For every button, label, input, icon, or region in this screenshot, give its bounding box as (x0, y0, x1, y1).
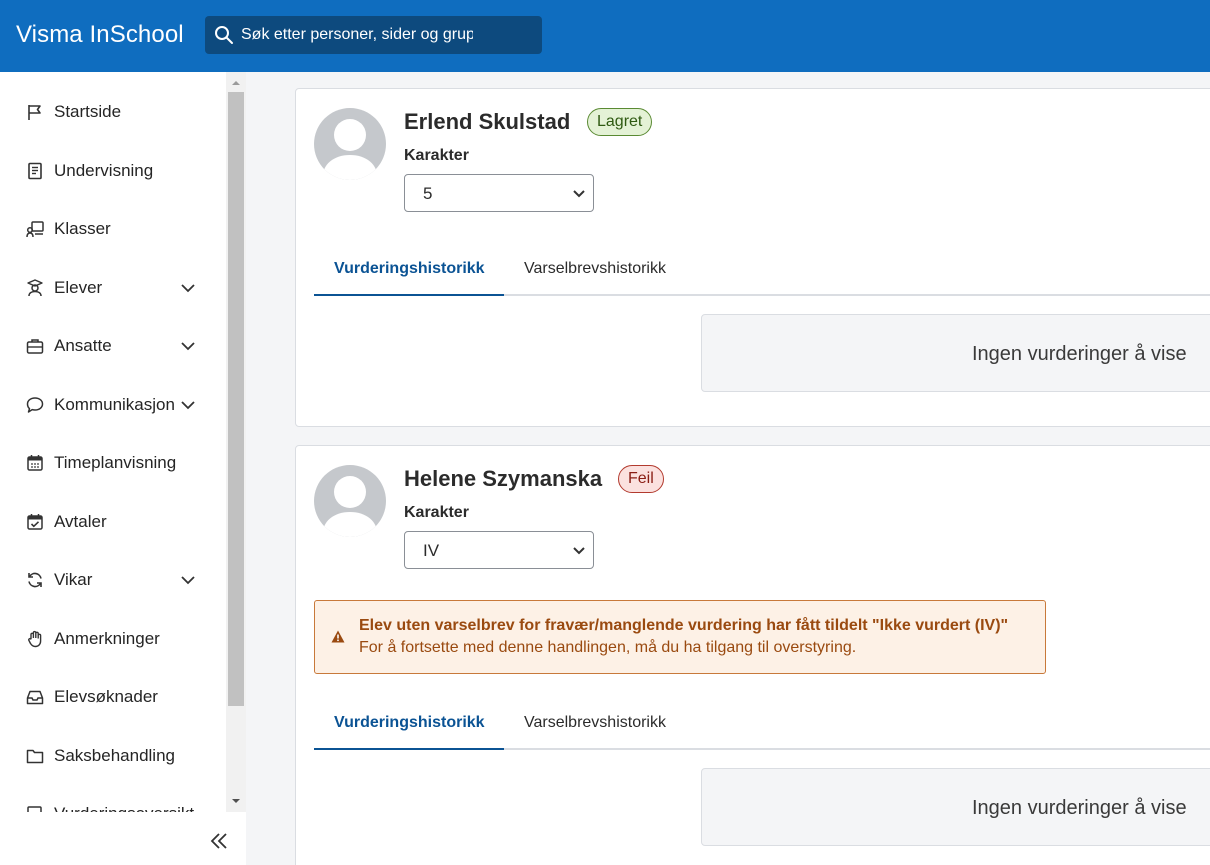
tab-varselbrevshistorikk[interactable]: Varselbrevshistorikk (524, 714, 666, 732)
sidebar-item-timeplanvisning[interactable]: Timeplanvisning (0, 440, 226, 486)
sidebar-item-vikar[interactable]: Vikar (0, 557, 226, 603)
sidebar-item-klasser[interactable]: Klasser (0, 206, 226, 252)
chevron-down-icon (573, 190, 585, 198)
grade-label: Karakter (404, 504, 469, 521)
sidebar-item-label: Elevsøknader (54, 687, 158, 706)
briefcase-icon (26, 339, 44, 354)
search-box[interactable] (205, 16, 542, 54)
sidebar-item-label: Ansatte (54, 336, 112, 355)
chevron-down-icon[interactable] (180, 572, 196, 588)
document-icon (27, 806, 42, 812)
sidebar-item-ansatte[interactable]: Ansatte (0, 323, 226, 369)
sidebar-item-label: Undervisning (54, 161, 154, 180)
chevron-down-icon[interactable] (180, 397, 196, 413)
avatar (314, 108, 386, 180)
sidebar-item-anmerkninger[interactable]: Anmerkninger (0, 616, 226, 662)
warning-icon (331, 630, 345, 643)
sidebar-item-label: Vikar (54, 570, 93, 589)
avatar (314, 465, 386, 537)
user-placeholder-icon (322, 476, 378, 537)
calendar-icon (27, 455, 43, 471)
sidebar-item-saksbehandling[interactable]: Saksbehandling (0, 733, 226, 779)
grade-label: Karakter (404, 147, 469, 164)
sidebar-item-label: Klasser (54, 219, 111, 238)
warning-text: For å fortsette med denne handlingen, må… (359, 639, 857, 656)
sidebar-item-startside[interactable]: Startside (0, 89, 226, 135)
student-icon (27, 279, 43, 297)
refresh-icon (28, 572, 42, 588)
status-badge: Feil (618, 465, 664, 493)
hand-icon (28, 630, 42, 648)
empty-state-text: Ingen vurderinger å vise (972, 797, 1187, 819)
tab-vurderingshistorikk[interactable]: Vurderingshistorikk (334, 260, 485, 278)
sidebar-scrollbar-thumb[interactable] (228, 92, 244, 706)
empty-state: Ingen vurderinger å vise (701, 768, 1210, 846)
tab-active-indicator (314, 294, 504, 296)
classroom-icon (26, 221, 44, 238)
user-placeholder-icon (322, 119, 378, 180)
chevron-down-icon (573, 547, 585, 555)
sidebar-item-elever[interactable]: Elever (0, 265, 226, 311)
sidebar-item-label: Elever (54, 278, 103, 297)
calendar-check-icon (27, 514, 43, 530)
student-card: Helene Szymanska Feil Karakter IV Elev u… (295, 445, 1210, 865)
grade-select-value: 5 (423, 184, 433, 203)
tab-vurderingshistorikk[interactable]: Vurderingshistorikk (334, 714, 485, 732)
sidebar-item-vurderingsoversikt[interactable]: Vurderingsoversikt (0, 791, 226, 812)
sidebar-item-label: Startside (54, 102, 122, 121)
sidebar-item-elevsoknader[interactable]: Elevsøknader (0, 674, 226, 720)
sidebar-item-kommunikasjon[interactable]: Kommunikasjon (0, 382, 226, 428)
student-card: Erlend Skulstad Lagret Karakter 5 Vurder… (295, 88, 1210, 427)
chevron-down-icon[interactable] (180, 338, 196, 354)
flag-icon (28, 105, 41, 120)
student-name: Erlend Skulstad (404, 109, 571, 134)
sidebar-item-label: Avtaler (54, 512, 107, 531)
sidebar-item-label: Kommunikasjon (54, 395, 175, 414)
top-bar: Visma InSchool (0, 0, 1210, 72)
inbox-icon (26, 690, 44, 705)
search-input[interactable] (241, 16, 473, 54)
chat-icon (26, 397, 44, 413)
sidebar-item-avtaler[interactable]: Avtaler (0, 499, 226, 545)
status-badge: Lagret (587, 108, 653, 136)
sidebar: Startside Undervisning Klasser Elever An… (0, 72, 246, 865)
sidebar-item-label: Saksbehandling (54, 746, 175, 765)
grade-select-value: IV (423, 541, 440, 560)
folder-icon (26, 749, 44, 764)
grade-select[interactable]: IV (404, 531, 594, 569)
book-icon (28, 162, 42, 180)
app-title[interactable]: Visma InSchool (16, 21, 184, 49)
empty-state-text: Ingen vurderinger å vise (972, 343, 1187, 365)
empty-state: Ingen vurderinger å vise (701, 314, 1210, 392)
sidebar-item-undervisning[interactable]: Undervisning (0, 148, 226, 194)
tab-varselbrevshistorikk[interactable]: Varselbrevshistorikk (524, 260, 666, 278)
scroll-up-arrow-icon[interactable] (231, 78, 241, 88)
warning-alert: Elev uten varselbrev for fravær/manglend… (314, 600, 1046, 674)
collapse-sidebar-icon[interactable] (208, 830, 230, 852)
student-name: Helene Szymanska (404, 466, 603, 491)
scroll-down-arrow-icon[interactable] (231, 796, 241, 806)
sidebar-item-label: Anmerkninger (54, 629, 160, 648)
sidebar-item-label: Vurderingsoversikt (54, 804, 194, 812)
search-icon (215, 26, 233, 44)
chevron-down-icon[interactable] (180, 280, 196, 296)
grade-select[interactable]: 5 (404, 174, 594, 212)
warning-title: Elev uten varselbrev for fravær/manglend… (359, 617, 1009, 634)
sidebar-item-label: Timeplanvisning (54, 453, 177, 472)
tab-active-indicator (314, 748, 504, 750)
